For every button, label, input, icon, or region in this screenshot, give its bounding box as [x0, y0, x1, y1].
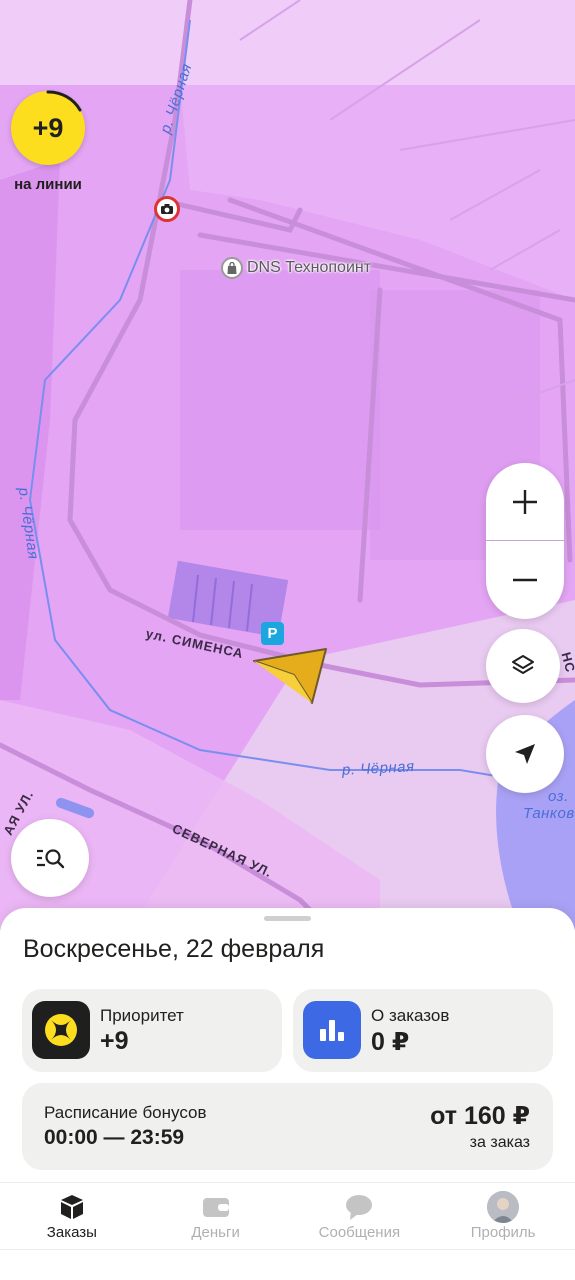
priority-card[interactable]: Приоритет +9 — [22, 989, 282, 1072]
online-status-label: на линии — [14, 176, 82, 193]
speed-camera-icon[interactable] — [154, 196, 180, 222]
chat-bubble-icon — [342, 1192, 376, 1222]
location-arrow-icon — [515, 744, 535, 764]
poi-label: DNS Технопоинт — [247, 259, 372, 276]
tab-profile-label: Профиль — [470, 1224, 536, 1241]
my-location-button[interactable] — [486, 715, 564, 793]
lake-label-2: Танково — [523, 805, 575, 822]
bonus-schedule-title: Расписание бонусов — [44, 1103, 207, 1122]
zoom-out-button[interactable] — [486, 541, 564, 619]
bottom-tab-bar: Заказы Деньги Сообщения Профиль — [0, 1182, 575, 1250]
tab-money-label: Деньги — [191, 1224, 240, 1241]
tab-orders[interactable]: Заказы — [0, 1183, 144, 1249]
orders-card-label: О заказов — [371, 1006, 450, 1025]
order-search-button[interactable] — [11, 819, 89, 897]
bonus-per-order: за заказ — [469, 1134, 530, 1151]
priority-badge-value: +9 — [32, 112, 64, 143]
priority-star-icon — [32, 1001, 90, 1059]
shopping-bag-icon — [221, 257, 243, 279]
sheet-date-title: Воскресенье, 22 февраля — [23, 935, 325, 963]
navigation-arrow-icon — [253, 648, 327, 704]
orders-card[interactable]: О заказов 0 ₽ — [293, 989, 553, 1072]
system-bottom-area — [0, 1250, 575, 1280]
map-layers-button[interactable] — [486, 629, 560, 703]
avatar — [487, 1191, 520, 1223]
tab-messages-label: Сообщения — [318, 1224, 401, 1241]
orders-box-icon — [55, 1192, 89, 1222]
minus-icon — [513, 578, 537, 582]
bonus-schedule-time: 00:00 — 23:59 — [44, 1126, 185, 1149]
tab-money[interactable]: Деньги — [144, 1183, 288, 1249]
plus-icon — [513, 490, 537, 514]
parking-icon[interactable]: P — [261, 622, 284, 645]
orders-card-value: 0 ₽ — [371, 1028, 410, 1056]
tab-profile[interactable]: Профиль — [431, 1183, 575, 1249]
list-search-icon — [37, 849, 65, 869]
poi-dns[interactable]: DNS Технопоинт — [221, 257, 371, 279]
sheet-grabber[interactable] — [264, 916, 311, 921]
layers-icon — [512, 655, 534, 674]
zoom-in-button[interactable] — [486, 463, 564, 541]
bar-chart-icon — [303, 1001, 361, 1059]
bonus-schedule-card[interactable]: Расписание бонусов 00:00 — 23:59 от 160 … — [22, 1083, 553, 1170]
priority-card-label: Приоритет — [100, 1006, 184, 1025]
priority-card-value: +9 — [100, 1027, 129, 1055]
tab-profile-icon-wrap — [486, 1191, 520, 1223]
lake-label-1: оз. — [548, 788, 569, 805]
priority-badge[interactable]: +9 — [11, 90, 85, 165]
tab-orders-label: Заказы — [46, 1224, 97, 1241]
map-view[interactable]: р. Чёрная р. Чёрная р. Чёрная ул. СИМЕНС… — [0, 0, 575, 930]
zoom-controls — [486, 463, 564, 619]
wallet-icon — [199, 1192, 233, 1222]
tab-messages[interactable]: Сообщения — [288, 1183, 432, 1249]
bonus-amount: от 160 ₽ — [430, 1102, 530, 1130]
